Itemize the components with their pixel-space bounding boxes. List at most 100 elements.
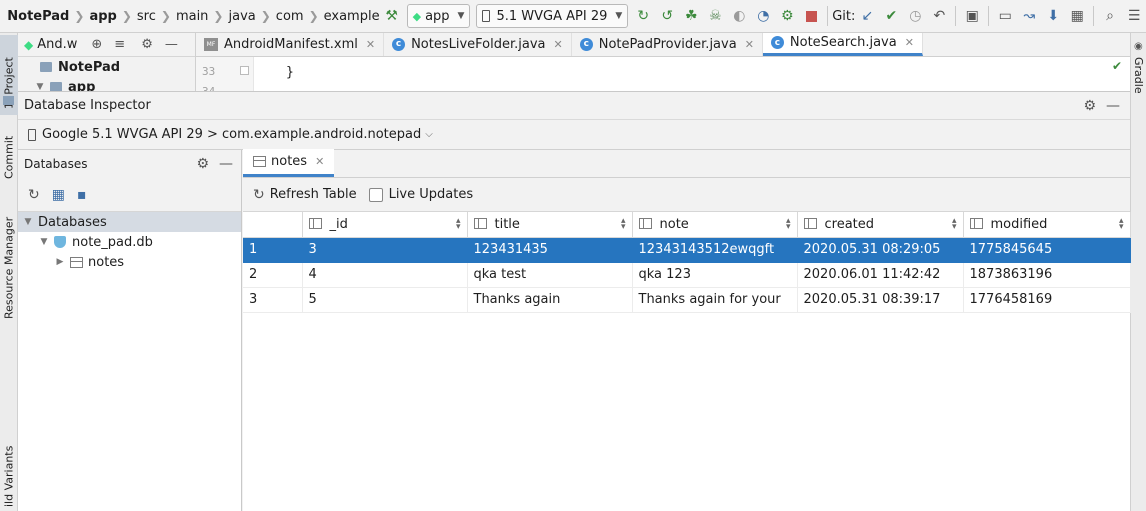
table-cell[interactable]: 3 xyxy=(302,237,468,263)
breadcrumb-module[interactable]: app xyxy=(89,9,116,24)
vcs-update-icon[interactable]: ↙ xyxy=(857,5,877,27)
tree-item-databases[interactable]: ▼ Databases xyxy=(18,212,241,232)
table-cell[interactable]: 5 xyxy=(302,287,468,313)
collapse-icon[interactable]: ≡ xyxy=(114,37,125,52)
expand-arrow-icon[interactable]: ▼ xyxy=(22,217,34,227)
breadcrumb-example[interactable]: example xyxy=(324,9,380,24)
project-structure-icon[interactable]: ▣ xyxy=(962,5,982,27)
build-variants-tool-tab[interactable]: ild Variants xyxy=(0,443,18,509)
tree-item-table[interactable]: ▶ notes xyxy=(18,252,241,272)
column-header-created[interactable]: created ▴ ▾ xyxy=(797,212,964,238)
breadcrumb-main[interactable]: main xyxy=(176,9,208,24)
build-hammer-icon[interactable]: ⚒ xyxy=(382,5,402,27)
sort-icon[interactable]: ▴ ▾ xyxy=(786,217,791,232)
debug-icon[interactable]: ☠ xyxy=(705,5,725,27)
resource-manager-tool-tab[interactable]: Resource Manager xyxy=(0,203,18,323)
gradle-tool-tab[interactable]: Gradle xyxy=(1132,57,1145,94)
column-header-id[interactable]: _id ▴ ▾ xyxy=(302,212,468,238)
settings-icon[interactable]: ⚙ xyxy=(141,37,153,52)
inspection-ok-icon[interactable]: ✔ xyxy=(1112,59,1122,73)
table-cell[interactable]: 123431435 xyxy=(467,237,633,263)
table-cell[interactable]: 1776458169 xyxy=(963,287,1131,313)
editor-tab-manifest[interactable]: MF AndroidManifest.xml ✕ xyxy=(196,33,385,56)
column-header-modified[interactable]: modified ▴ ▾ xyxy=(963,212,1131,238)
table-cell[interactable]: 1873863196 xyxy=(963,262,1131,288)
sort-icon[interactable]: ▴ ▾ xyxy=(621,217,626,232)
tree-item-database[interactable]: ▼ note_pad.db xyxy=(18,232,241,252)
live-updates-checkbox[interactable] xyxy=(368,187,383,202)
expand-arrow-icon[interactable]: ▶ xyxy=(54,257,66,267)
debug-icon[interactable]: ☘ xyxy=(681,5,701,27)
process-selector[interactable]: Google 5.1 WVGA API 29 > com.example.and… xyxy=(18,120,1130,150)
attach-debugger-icon[interactable]: ◐ xyxy=(729,5,749,27)
table-cell[interactable]: 2020.05.31 08:29:05 xyxy=(797,237,964,263)
settings-icon[interactable]: ⚙ xyxy=(1083,98,1096,114)
table-row[interactable]: 2 4 qka test qka 123 2020.06.01 11:42:42… xyxy=(243,262,1131,288)
project-view-select[interactable]: And.ᴡ xyxy=(37,37,77,52)
live-updates-label[interactable]: Live Updates xyxy=(389,187,474,202)
vcs-commit-icon[interactable]: ✔ xyxy=(881,5,901,27)
breadcrumb-src[interactable]: src xyxy=(137,9,156,24)
expand-arrow-icon[interactable]: ▼ xyxy=(38,237,50,247)
table-cell[interactable]: 4 xyxy=(302,262,468,288)
editor-tab-notepad-provider[interactable]: c NotePadProvider.java ✕ xyxy=(572,33,763,56)
column-header-title[interactable]: title ▴ ▾ xyxy=(467,212,633,238)
table-row[interactable]: 1 3 123431435 12343143512ewqgft 2020.05.… xyxy=(243,237,1131,263)
expand-arrow-icon[interactable]: ▼ xyxy=(34,82,46,91)
vcs-rollback-icon[interactable]: ↶ xyxy=(929,5,949,27)
refresh-table-button[interactable]: ↻ Refresh Table xyxy=(253,187,357,203)
refresh-icon[interactable]: ↻ xyxy=(28,187,40,203)
layout-inspector-icon[interactable]: ▦ xyxy=(1067,5,1087,27)
avd-manager-icon[interactable]: ▭ xyxy=(995,5,1015,27)
more-icon[interactable]: ☰ xyxy=(1124,5,1144,27)
device-select[interactable]: 5.1 WVGA API 29 ▼ xyxy=(476,4,629,28)
stop-icon[interactable] xyxy=(801,5,821,27)
search-icon[interactable]: ⌕ xyxy=(1100,5,1120,27)
sort-icon[interactable]: ▴ ▾ xyxy=(952,217,957,232)
table-cell[interactable]: Thanks again xyxy=(467,287,633,313)
locate-icon[interactable]: ⊕ xyxy=(91,37,102,52)
run-config-select[interactable]: ◆ app ▼ xyxy=(406,4,471,28)
close-icon[interactable]: ✕ xyxy=(554,38,563,51)
coverage-icon[interactable]: ⚙ xyxy=(777,5,797,27)
sync-gradle-icon[interactable]: ↝ xyxy=(1019,5,1039,27)
table-row[interactable]: 3 5 Thanks again Thanks again for your 2… xyxy=(243,287,1131,313)
apply-changes-icon[interactable]: ↻ xyxy=(633,5,653,27)
close-icon[interactable]: ✕ xyxy=(745,38,754,51)
column-header-note[interactable]: note ▴ ▾ xyxy=(632,212,798,238)
table-cell[interactable]: 2020.05.31 08:39:17 xyxy=(797,287,964,313)
close-icon[interactable]: ✕ xyxy=(905,36,914,49)
sdk-manager-icon[interactable]: ⬇ xyxy=(1043,5,1063,27)
breadcrumb-project[interactable]: NotePad xyxy=(7,9,69,24)
table-cell[interactable]: 2020.06.01 11:42:42 xyxy=(797,262,964,288)
table-cell[interactable]: qka 123 xyxy=(632,262,798,288)
editor-tab-notes-live-folder[interactable]: c NotesLiveFolder.java ✕ xyxy=(384,33,572,56)
code-line[interactable]: } xyxy=(286,65,294,80)
close-icon[interactable]: ✕ xyxy=(366,38,375,51)
database-tree: ▼ Databases ▼ note_pad.db ▶ notes xyxy=(18,212,241,272)
table-tab-notes[interactable]: notes ✕ xyxy=(243,149,335,177)
keep-connection-icon[interactable]: ▪ xyxy=(77,187,87,203)
settings-icon[interactable]: ⚙ xyxy=(196,156,209,172)
profiler-icon[interactable]: ◔ xyxy=(753,5,773,27)
breadcrumb-com[interactable]: com xyxy=(276,9,304,24)
fold-icon[interactable] xyxy=(240,66,249,75)
table-cell[interactable]: qka test xyxy=(467,262,633,288)
sort-icon[interactable]: ▴ ▾ xyxy=(1119,217,1124,232)
vcs-history-icon[interactable]: ◷ xyxy=(905,5,925,27)
hide-icon[interactable]: — xyxy=(165,37,178,52)
editor-tab-note-search[interactable]: c NoteSearch.java ✕ xyxy=(762,33,923,56)
tree-item-app-module[interactable]: ▼ app xyxy=(18,77,195,91)
breadcrumb-java[interactable]: java xyxy=(228,9,255,24)
tree-item-project-root[interactable]: NotePad xyxy=(18,57,195,77)
commit-tool-tab[interactable]: Commit xyxy=(0,123,18,183)
run-query-icon[interactable]: ▦ xyxy=(52,187,65,203)
table-cell[interactable]: 12343143512ewqgft xyxy=(632,237,798,263)
sort-icon[interactable]: ▴ ▾ xyxy=(456,217,461,232)
close-icon[interactable]: ✕ xyxy=(315,155,324,168)
table-cell[interactable]: Thanks again for your xyxy=(632,287,798,313)
table-cell[interactable]: 1775845645 xyxy=(963,237,1131,263)
apply-code-changes-icon[interactable]: ↺ xyxy=(657,5,677,27)
hide-icon[interactable]: — xyxy=(1106,98,1120,114)
hide-icon[interactable]: — xyxy=(219,156,233,172)
